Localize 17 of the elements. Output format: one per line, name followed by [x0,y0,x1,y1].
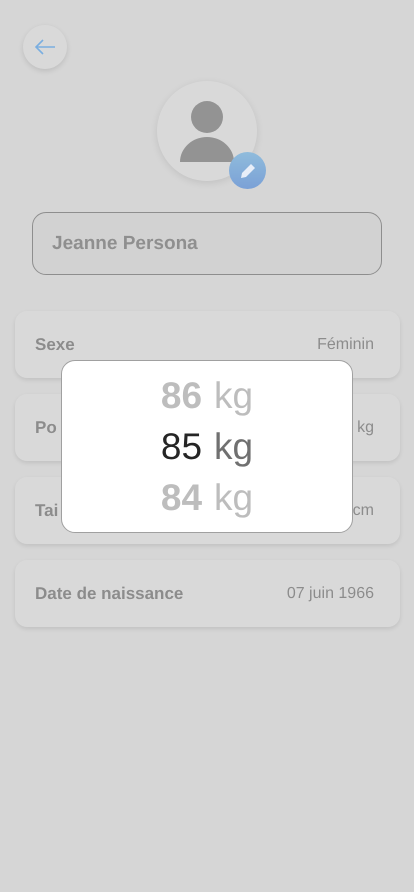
name-field[interactable]: Jeanne Persona [32,212,382,275]
person-icon [180,100,234,162]
field-label: Po [35,418,57,438]
field-value: 07 juin 1966 [286,584,374,602]
picker-option[interactable]: 85 kg [160,423,254,470]
field-label: Tai [35,500,58,520]
edit-button[interactable] [229,152,266,189]
field-row[interactable]: Date de naissance 07 juin 1966 [15,560,400,627]
back-button[interactable] [23,25,67,69]
back-arrow-icon [34,39,56,55]
pencil-icon [238,162,256,180]
field-label: Date de naissance [35,584,184,604]
field-label: Sexe [35,334,75,354]
field-value: kg [357,418,374,436]
field-value: Féminin [317,336,374,354]
field-value: cm [352,502,374,520]
picker-option[interactable]: 84 kg [160,474,254,521]
